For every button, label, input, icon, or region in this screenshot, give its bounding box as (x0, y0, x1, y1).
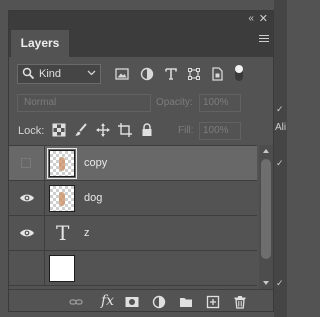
link-layers-icon[interactable] (69, 295, 83, 309)
layer-list: copy dog T z (9, 145, 257, 290)
opacity-field[interactable]: 100% (199, 94, 241, 112)
blend-row: Normal Opacity: 100% (9, 91, 273, 115)
visibility-toggle[interactable] (9, 146, 45, 180)
dog-image-thumb (59, 192, 65, 206)
adjacent-panel-edge: ✓ Ali ✓ ✓ (274, 0, 287, 317)
visibility-off-box[interactable] (21, 158, 31, 168)
type-layer-icon: T (56, 221, 70, 245)
filter-row: Kind (9, 61, 273, 87)
collapse-panel-icon[interactable]: ‹‹ (248, 13, 254, 24)
check-icon: ✓ (276, 158, 284, 168)
dog-image-thumb (59, 157, 65, 171)
layer-row-dog[interactable]: dog (9, 181, 257, 216)
shape-filter-icon[interactable] (186, 66, 202, 82)
blend-mode-select[interactable]: Normal (17, 94, 151, 112)
search-icon (22, 67, 35, 80)
chevron-down-icon (87, 70, 96, 76)
smart-object-filter-icon[interactable] (209, 66, 225, 82)
lock-image-pixels-icon[interactable] (74, 123, 88, 137)
check-icon: ✓ (276, 278, 284, 288)
lock-position-icon[interactable] (96, 123, 110, 137)
eye-icon[interactable] (19, 228, 35, 238)
adjustment-layer-icon[interactable] (152, 295, 166, 309)
kind-label: Kind (39, 68, 62, 80)
tab-bar: Layers (9, 27, 273, 57)
scroll-down-icon[interactable] (262, 280, 270, 286)
fill-label: Fill: (178, 125, 194, 136)
fill-field[interactable]: 100% (199, 122, 241, 140)
layer-row-copy[interactable]: copy (9, 146, 257, 181)
layer-name[interactable]: dog (84, 192, 102, 204)
layer-thumbnail (49, 255, 75, 282)
add-mask-icon[interactable] (125, 295, 139, 309)
layer-thumbnail (47, 148, 77, 179)
lock-transparent-pixels-icon[interactable] (52, 123, 66, 137)
layer-name[interactable]: z (84, 227, 90, 239)
lock-label: Lock: (18, 125, 45, 137)
check-icon: ✓ (276, 104, 284, 114)
type-filter-icon[interactable] (163, 66, 179, 82)
scroll-up-icon[interactable] (262, 148, 270, 154)
lock-all-icon[interactable] (140, 123, 154, 137)
panel-header-strip: ‹‹ ✕ (9, 11, 273, 27)
adjacent-panel-label: Ali (275, 122, 287, 133)
delete-layer-icon[interactable] (233, 295, 247, 309)
visibility-toggle[interactable] (9, 251, 45, 285)
close-panel-icon[interactable]: ✕ (259, 12, 268, 25)
new-group-icon[interactable] (179, 295, 193, 309)
visibility-toggle[interactable] (9, 181, 45, 215)
kind-filter-select[interactable]: Kind (17, 64, 101, 84)
opacity-label: Opacity: (156, 97, 193, 108)
layer-list-scrollbar[interactable] (259, 145, 273, 289)
eye-icon[interactable] (19, 193, 35, 203)
layer-thumbnail (49, 185, 75, 212)
layer-row-z[interactable]: T z (9, 216, 257, 251)
tab-layers[interactable]: Layers (11, 30, 69, 57)
scrollbar-thumb[interactable] (261, 159, 271, 259)
lock-artboard-icon[interactable] (118, 123, 132, 137)
panel-menu-icon[interactable] (259, 35, 269, 44)
lock-row: Lock: Fill: 100% (9, 119, 273, 143)
layer-name[interactable]: copy (84, 157, 107, 169)
new-layer-icon[interactable] (206, 295, 220, 309)
layers-bottom-bar: fx (9, 289, 273, 311)
adjustment-filter-icon[interactable] (139, 66, 155, 82)
visibility-toggle[interactable] (9, 216, 45, 250)
layers-panel: ‹‹ ✕ Layers Kind Normal Opacity: 100% Lo… (8, 10, 274, 312)
layer-row-background[interactable] (9, 251, 257, 286)
pixel-filter-icon[interactable] (114, 66, 130, 82)
filter-toggle[interactable] (234, 64, 244, 82)
fx-icon[interactable]: fx (101, 293, 115, 309)
